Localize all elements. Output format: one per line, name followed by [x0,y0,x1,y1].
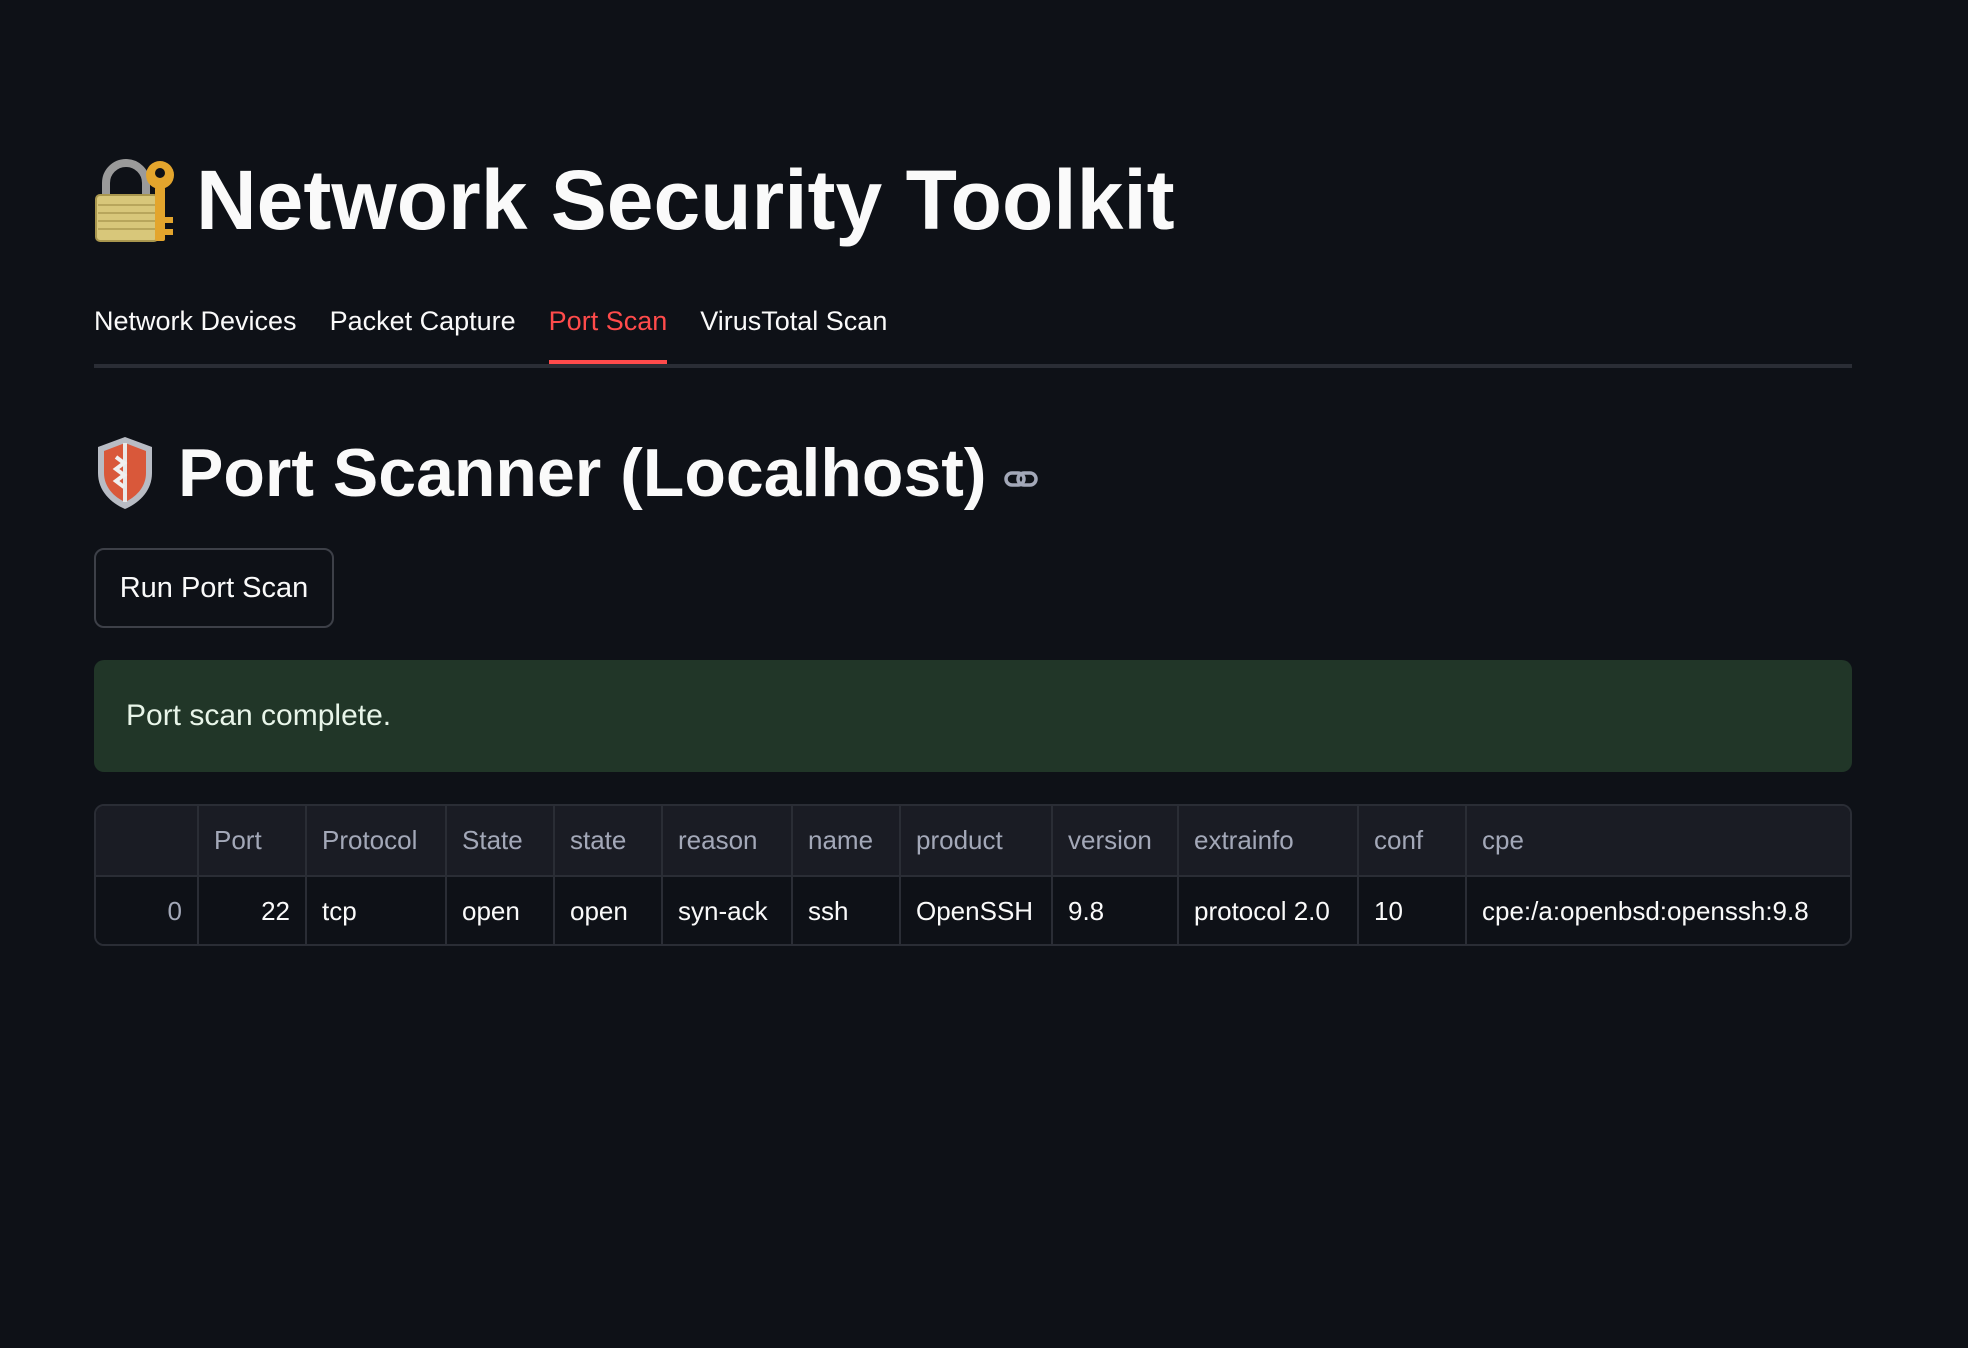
cell-conf[interactable]: 10 [1358,876,1467,944]
cell-version[interactable]: 9.8 [1052,876,1179,944]
results-grid: Port Protocol State state reason name pr… [96,806,1850,944]
column-header-protocol[interactable]: Protocol [306,806,447,877]
cell-port[interactable]: 22 [198,876,307,944]
tab-port-scan[interactable]: Port Scan [548,296,667,364]
cell-reason[interactable]: syn-ack [662,876,793,944]
cell-cpe[interactable]: cpe:/a:openbsd:openssh:9.8 [1466,876,1850,944]
column-header-state-raw[interactable]: state [554,806,663,877]
page-title: Network Security Toolkit [196,152,1175,247]
column-header-reason[interactable]: reason [662,806,793,877]
shield-icon [98,437,152,509]
cell-product[interactable]: OpenSSH [900,876,1053,944]
success-alert: Port scan complete. [94,660,1852,772]
cell-index[interactable]: 0 [96,876,199,944]
column-header-name[interactable]: name [792,806,901,877]
cell-protocol[interactable]: tcp [306,876,447,944]
column-header-port[interactable]: Port [198,806,307,877]
results-table[interactable]: Port Protocol State state reason name pr… [94,804,1852,946]
cell-state[interactable]: open [446,876,555,944]
table-row: 0 22 tcp open open syn-ack ssh OpenSSH 9… [96,876,1850,944]
page-header: Network Security Toolkit [94,150,1175,250]
section-header: Port Scanner (Localhost) [94,428,1039,518]
run-port-scan-button[interactable]: Run Port Scan [94,548,334,628]
cell-name[interactable]: ssh [792,876,901,944]
column-header-state[interactable]: State [446,806,555,877]
column-header-version[interactable]: version [1052,806,1179,877]
table-header-row: Port Protocol State state reason name pr… [96,806,1850,877]
app-page: Network Security Toolkit Network Devices… [0,0,1968,1348]
cell-extrainfo[interactable]: protocol 2.0 [1178,876,1359,944]
column-header-index[interactable] [96,806,199,877]
column-header-extrainfo[interactable]: extrainfo [1178,806,1359,877]
lock-with-key-icon [94,155,180,245]
column-header-product[interactable]: product [900,806,1053,877]
column-header-conf[interactable]: conf [1358,806,1467,877]
cell-state-raw[interactable]: open [554,876,663,944]
alert-message: Port scan complete. [126,699,392,732]
link-icon[interactable] [1003,461,1039,497]
tab-packet-capture[interactable]: Packet Capture [330,296,516,354]
section-title: Port Scanner (Localhost) [178,435,987,511]
column-header-cpe[interactable]: cpe [1466,806,1850,877]
tab-virustotal-scan[interactable]: VirusTotal Scan [700,296,887,354]
tab-bar: Network Devices Packet Capture Port Scan… [94,296,1852,368]
tab-network-devices[interactable]: Network Devices [94,296,297,354]
